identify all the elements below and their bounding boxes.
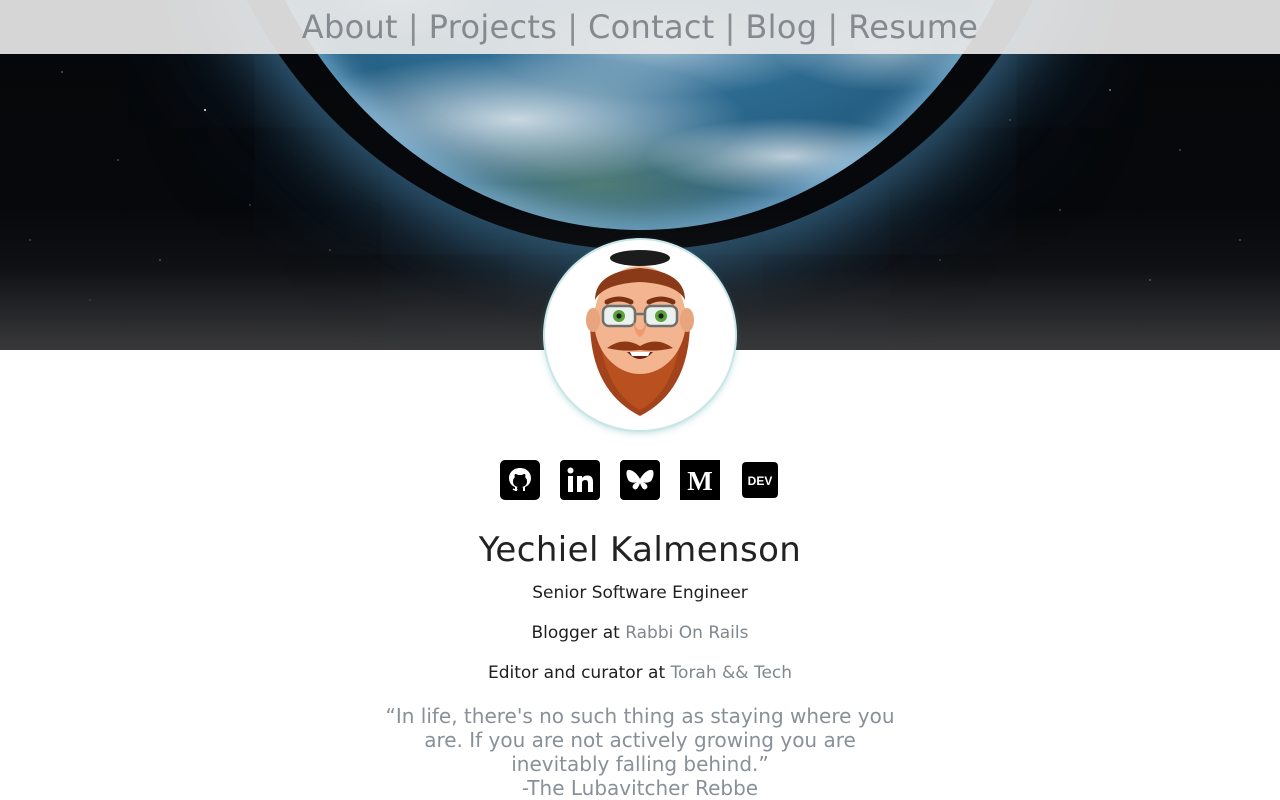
nav-link-projects[interactable]: Projects <box>427 11 560 43</box>
svg-text:M: M <box>687 466 712 496</box>
editor-line: Editor and curator at Torah && Tech <box>0 663 1280 683</box>
profile-title: Senior Software Engineer <box>532 583 748 603</box>
torah-tech-link[interactable]: Torah && Tech <box>671 663 792 683</box>
social-links: M DEV <box>0 460 1280 500</box>
linkedin-icon <box>560 460 600 500</box>
nav-link-about[interactable]: About <box>300 11 400 43</box>
nav-separator: | <box>567 8 578 46</box>
medium-icon: M <box>680 460 720 500</box>
quote-attribution: -The Lubavitcher Rebbe <box>521 776 759 800</box>
nav-separator: | <box>827 8 839 46</box>
nav-link-resume[interactable]: Resume <box>846 11 980 43</box>
profile-name: Yechiel Kalmenson <box>478 530 802 570</box>
linkedin-link[interactable] <box>560 460 600 500</box>
svg-text:DEV: DEV <box>748 474 773 488</box>
github-icon <box>500 460 540 500</box>
github-link[interactable] <box>500 460 540 500</box>
bluesky-link[interactable] <box>620 460 660 500</box>
medium-link[interactable]: M <box>680 460 720 500</box>
nav-link-contact[interactable]: Contact <box>586 11 717 43</box>
blog-link[interactable]: Rabbi On Rails <box>625 623 748 643</box>
blogger-prefix: Blogger at <box>531 623 626 643</box>
nav-link-blog[interactable]: Blog <box>743 11 819 43</box>
dev-icon: DEV <box>742 462 778 498</box>
bearded-man-avatar-icon <box>586 250 694 416</box>
bluesky-icon <box>620 460 660 500</box>
avatar <box>545 240 735 430</box>
nav-separator: | <box>407 8 419 46</box>
top-nav: About | Projects | Contact | Blog | Resu… <box>0 0 1280 54</box>
blogger-line: Blogger at Rabbi On Rails <box>0 623 1280 643</box>
nav-separator: | <box>724 8 736 46</box>
quote-text: “In life, there's no such thing as stayi… <box>385 704 895 776</box>
editor-prefix: Editor and curator at <box>487 663 671 683</box>
dev-to-link[interactable]: DEV <box>740 460 780 500</box>
